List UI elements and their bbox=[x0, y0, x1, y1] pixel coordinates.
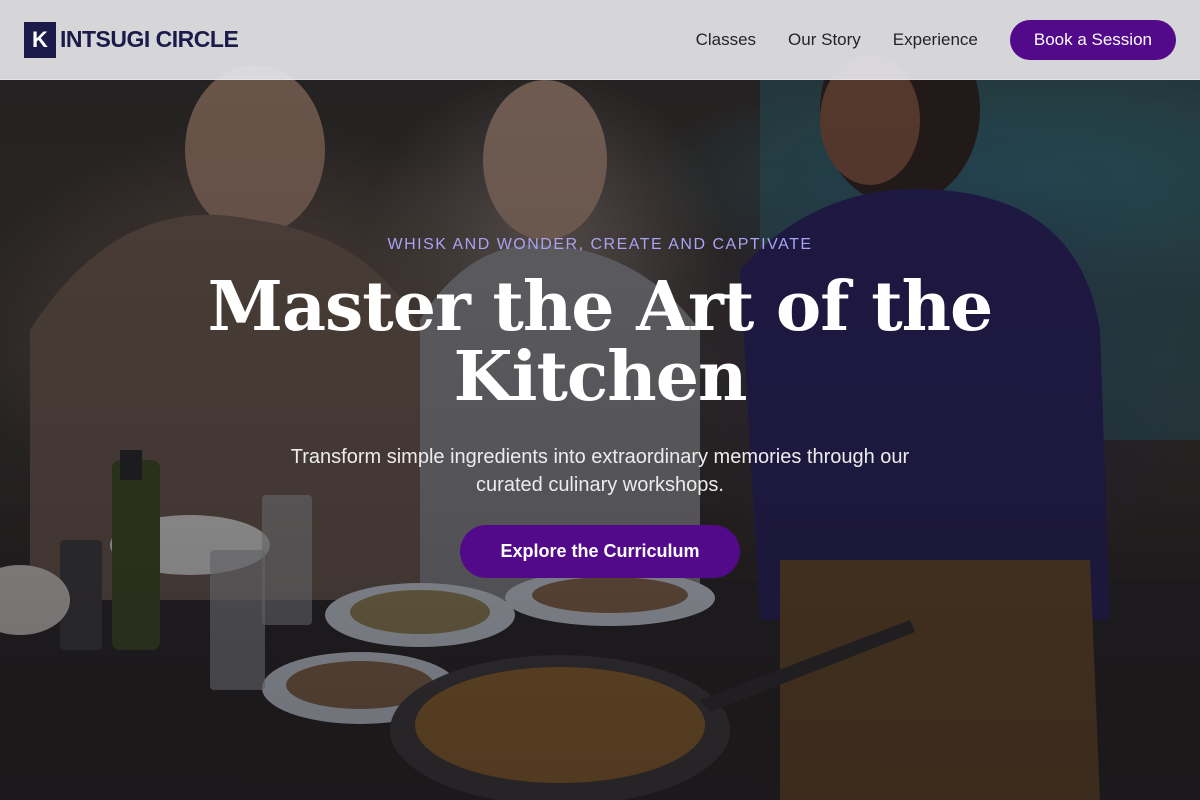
explore-curriculum-button[interactable]: Explore the Curriculum bbox=[460, 525, 740, 578]
hero-subtitle: Transform simple ingredients into extrao… bbox=[290, 446, 910, 496]
hero-content: WHISK AND WONDER, CREATE AND CAPTIVATE M… bbox=[0, 0, 1200, 800]
hero-eyebrow: WHISK AND WONDER, CREATE AND CAPTIVATE bbox=[387, 236, 813, 253]
hero-headline: Master the Art of the Kitchen bbox=[207, 267, 994, 417]
